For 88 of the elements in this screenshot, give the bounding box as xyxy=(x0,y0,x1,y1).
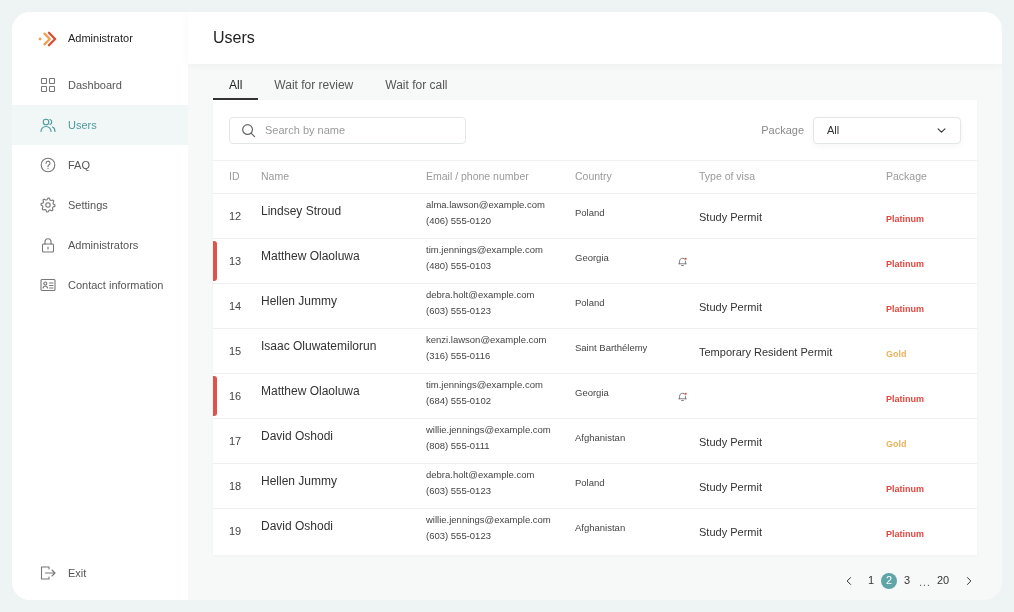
chevron-left-icon xyxy=(844,575,854,586)
chevron-right-icon xyxy=(964,575,974,586)
user-id: 19 xyxy=(229,523,243,539)
user-name: Matthew Olaoluwa xyxy=(261,383,361,400)
email: debra.holt@example.com xyxy=(426,288,535,302)
package-name: Platinum xyxy=(886,529,924,539)
package-name: Platinum xyxy=(886,259,924,269)
contact-card-icon xyxy=(40,277,56,293)
country: Georgia xyxy=(575,251,609,266)
country: Poland xyxy=(575,296,605,311)
user-name: Isaac Oluwatemilorun xyxy=(261,338,378,355)
user-id: 14 xyxy=(229,298,243,314)
phone-number: (603) 555-0123 xyxy=(426,484,491,498)
exit-link[interactable]: Exit xyxy=(12,553,188,593)
chevron-logo-icon xyxy=(38,30,58,47)
country: Poland xyxy=(575,206,605,221)
user-name: David Oshodi xyxy=(261,518,335,535)
column-header: ID xyxy=(229,169,241,185)
visa-type: Study Permit xyxy=(699,301,762,313)
package-name: Gold xyxy=(886,349,907,359)
search-field[interactable]: Search by name xyxy=(229,116,466,144)
package-name: Gold xyxy=(886,439,907,449)
package-name: Platinum xyxy=(886,214,924,224)
lock-icon xyxy=(40,237,56,253)
phone-number: (684) 555-0102 xyxy=(426,394,491,408)
grid-icon xyxy=(40,77,56,93)
tab[interactable]: Wait for call xyxy=(369,72,464,100)
column-header: Package xyxy=(886,169,928,185)
column-header: Email / phone number xyxy=(426,169,530,185)
user-id: 17 xyxy=(229,433,243,449)
phone-number: (603) 555-0123 xyxy=(426,304,491,318)
user-name: Hellen Jummy xyxy=(261,473,339,490)
page-button[interactable]: 3 xyxy=(899,572,915,589)
visa-type: Study Permit xyxy=(699,211,762,223)
page-button[interactable]: 20 xyxy=(935,572,951,589)
search-icon xyxy=(241,122,256,138)
exit-icon xyxy=(40,565,56,581)
country: Poland xyxy=(575,476,605,491)
user-id: 12 xyxy=(229,208,243,224)
user-id: 18 xyxy=(229,478,243,494)
package-name: Platinum xyxy=(886,394,924,404)
phone-number: (316) 555-0116 xyxy=(426,349,491,363)
user-name: Matthew Olaoluwa xyxy=(261,248,361,265)
user-id: 15 xyxy=(229,343,243,359)
country: Georgia xyxy=(575,386,609,401)
user-id: 13 xyxy=(229,253,243,269)
filter-label: Package xyxy=(761,122,804,138)
sidebar-item[interactable]: FAQ xyxy=(12,145,188,185)
country: Afghanistan xyxy=(575,521,626,536)
sidebar-item[interactable]: Administrators xyxy=(12,225,188,265)
user-name: Lindsey Stroud xyxy=(261,203,343,220)
email: alma.lawson@example.com xyxy=(426,198,545,212)
email: willie.jennings@example.com xyxy=(426,423,551,437)
visa-type: Study Permit xyxy=(699,526,762,538)
help-icon xyxy=(40,157,56,173)
column-header: Country xyxy=(575,169,613,185)
email: kenzi.lawson@example.com xyxy=(426,333,547,347)
package-name: Platinum xyxy=(886,304,924,314)
visa-type: Study Permit xyxy=(699,481,762,493)
phone-number: (808) 555-0111 xyxy=(426,439,490,453)
user-id: 16 xyxy=(229,388,243,404)
pagination-ellipsis: ... xyxy=(918,576,932,590)
country: Afghanistan xyxy=(575,431,626,446)
tab[interactable]: Wait for review xyxy=(258,72,370,100)
visa-type: Temporary Resident Permit xyxy=(699,346,833,358)
package-name: Platinum xyxy=(886,484,924,494)
settings-icon xyxy=(40,197,56,213)
phone-number: (480) 555-0103 xyxy=(426,259,491,273)
column-header: Type of visa xyxy=(699,169,757,185)
package-select[interactable]: All xyxy=(813,116,961,144)
sidebar-item[interactable]: Settings xyxy=(12,185,188,225)
column-header: Name xyxy=(261,169,290,185)
phone-number: (406) 555-0120 xyxy=(426,214,491,228)
page-title: Users xyxy=(213,30,255,46)
brand-title: Administrator xyxy=(68,31,133,47)
email: willie.jennings@example.com xyxy=(426,513,551,527)
sidebar-item[interactable]: Contact information xyxy=(12,265,188,305)
email: debra.holt@example.com xyxy=(426,468,535,482)
visa-type: Study Permit xyxy=(699,436,762,448)
user-name: David Oshodi xyxy=(261,428,335,445)
country: Saint Barthélemy xyxy=(575,341,648,356)
page-button[interactable]: 1 xyxy=(863,572,879,589)
users-icon xyxy=(40,117,56,133)
phone-number: (603) 555-0123 xyxy=(426,529,491,543)
user-name: Hellen Jummy xyxy=(261,293,339,310)
email: tim.jennings@example.com xyxy=(426,378,543,392)
sidebar-item[interactable]: Dashboard xyxy=(12,65,188,105)
email: tim.jennings@example.com xyxy=(426,243,543,257)
